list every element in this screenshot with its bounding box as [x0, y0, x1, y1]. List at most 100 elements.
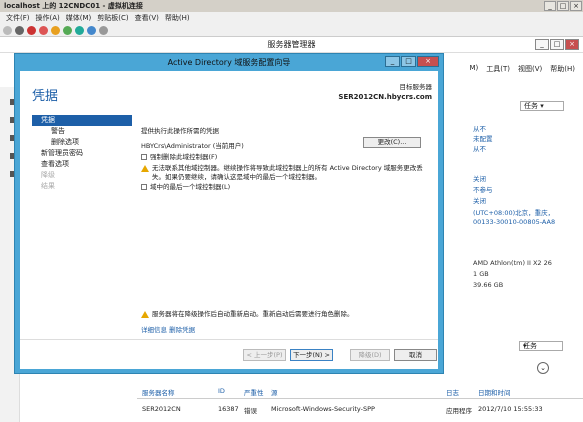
prop-value[interactable]: 00133-30010-00805-AA8	[473, 218, 555, 226]
prop-value[interactable]: 未配置	[473, 133, 493, 143]
wizard-controls: _ □ ×	[384, 56, 439, 67]
vm-title-bar: localhost 上的 12CNDC01 - 虚拟机连接 _ □ ×	[0, 0, 583, 12]
credentials-label: 提供执行此操作所需的凭据	[141, 127, 219, 135]
sm-maximize-button[interactable]: □	[550, 39, 564, 50]
wizard-maximize-button[interactable]: □	[401, 56, 416, 67]
minimize-button[interactable]: _	[544, 1, 556, 11]
prop-value[interactable]: 关闭	[473, 173, 486, 183]
sm-window-controls: _ □ ×	[534, 39, 579, 50]
page-title: 凭据	[32, 89, 59, 104]
col-severity[interactable]: 严重性	[244, 387, 264, 397]
prop-value: 39.66 GB	[473, 281, 504, 289]
pause-icon[interactable]	[63, 25, 72, 35]
prop-value[interactable]: (UTC+08:00)北京，重庆，	[473, 207, 554, 217]
wizard-title-bar: Active Directory 域服务配置向导 _ □ ×	[15, 54, 443, 71]
last-dc-checkbox[interactable]: 域中的最后一个域控制器(L)	[141, 181, 230, 191]
prop-value[interactable]: 关闭	[473, 195, 486, 205]
tasks-dropdown[interactable]: 任务 ▾	[520, 101, 564, 111]
tasks-label: 任务	[524, 102, 538, 110]
prop-value[interactable]: 从不	[473, 123, 486, 133]
ad-ds-config-wizard: Active Directory 域服务配置向导 _ □ × 凭据 目标服务器 …	[14, 53, 444, 374]
wizard-close-button[interactable]: ×	[417, 56, 439, 67]
maximize-button[interactable]: □	[557, 1, 569, 11]
close-button[interactable]: ×	[570, 1, 582, 11]
cell: 错误	[244, 407, 257, 415]
step-warnings[interactable]: 警告	[32, 126, 132, 137]
cell: 应用程序	[446, 407, 472, 415]
prop-value: AMD Athlon(tm) II X2 26	[473, 259, 552, 267]
events-header: 服务器名称 ID 严重性 源 日志 日期和时间	[137, 387, 583, 399]
ctrl-alt-del-icon[interactable]	[3, 25, 12, 35]
more-info-link[interactable]: 详细信息 删除凭据	[141, 324, 195, 334]
col-source[interactable]: 源	[271, 387, 278, 397]
checkbox[interactable]	[141, 184, 147, 190]
checkbox[interactable]	[141, 154, 147, 160]
step-removal-options[interactable]: 删除选项	[32, 137, 132, 148]
step-demotion: 降级	[41, 171, 55, 179]
cancel-button[interactable]: 取消	[394, 349, 437, 361]
sm-menu-tools[interactable]: 工具(T)	[486, 64, 510, 74]
col-id[interactable]: ID	[218, 387, 225, 395]
prop-value[interactable]: 不参与	[473, 184, 493, 194]
sm-close-button[interactable]: ×	[565, 39, 579, 50]
col-server[interactable]: 服务器名称	[142, 387, 175, 397]
target-server-label: 目标服务器	[399, 83, 433, 91]
prop-value[interactable]: 从不	[473, 143, 486, 153]
target-server-name: SER2012CN.hbycrs.com	[338, 93, 432, 101]
wizard-title: Active Directory 域服务配置向导	[167, 58, 291, 67]
menu-view[interactable]: 查看(V)	[135, 13, 159, 23]
restart-warning-text: 服务器将在降级操作后自动重新启动。重新启动后需要进行角色删除。	[152, 310, 354, 318]
current-user: HBYCrs\Administrator (当前用户)	[141, 142, 244, 150]
col-log[interactable]: 日志	[446, 387, 459, 397]
expand-icon[interactable]: ⌄	[537, 362, 549, 374]
save-icon[interactable]	[51, 25, 60, 35]
step-review-options[interactable]: 查看选项	[32, 159, 132, 170]
events-tasks-dropdown[interactable]: 任务 ▾	[519, 341, 563, 351]
step-results: 结果	[41, 182, 55, 190]
change-credentials-button[interactable]: 更改(C)...	[363, 137, 421, 148]
target-server-info: 目标服务器 SER2012CN.hbycrs.com	[338, 81, 432, 101]
cell: 2012/7/10 15:55:33	[478, 405, 543, 413]
menu-media[interactable]: 媒体(M)	[66, 13, 92, 23]
sm-menu-help[interactable]: 帮助(H)	[550, 64, 575, 74]
sm-menu-view[interactable]: 视图(V)	[518, 64, 542, 74]
next-button[interactable]: 下一步(N) >	[290, 349, 333, 361]
restart-warning: 服务器将在降级操作后自动重新启动。重新启动后需要进行角色删除。	[141, 308, 354, 318]
server-manager-title: 服务器管理器	[267, 40, 316, 49]
col-datetime[interactable]: 日期和时间	[478, 387, 511, 397]
sm-menu-manage[interactable]: M)	[469, 64, 478, 74]
vm-window-controls: _ □ ×	[544, 1, 583, 11]
step-credentials[interactable]: 凭据	[32, 115, 132, 126]
force-remove-label: 强制删除此域控制器(F)	[150, 153, 218, 161]
wizard-minimize-button[interactable]: _	[385, 56, 400, 67]
menu-clipboard[interactable]: 剪贴板(C)	[97, 13, 128, 23]
vm-menu-bar: 文件(F) 操作(A) 媒体(M) 剪贴板(C) 查看(V) 帮助(H)	[0, 12, 583, 24]
start-icon[interactable]	[15, 25, 24, 35]
revert-icon[interactable]	[99, 25, 108, 35]
tasks-label: 任务	[523, 342, 537, 350]
menu-action[interactable]: 操作(A)	[36, 13, 60, 23]
wizard-body: 凭据 目标服务器 SER2012CN.hbycrs.com 凭据 警告 删除选项…	[20, 71, 438, 369]
warning-icon	[141, 310, 149, 318]
cell: 16387	[218, 405, 239, 413]
snapshot-icon[interactable]	[87, 25, 96, 35]
menu-file[interactable]: 文件(F)	[6, 13, 30, 23]
force-remove-checkbox[interactable]: 强制删除此域控制器(F)	[141, 151, 217, 161]
reset-icon[interactable]	[75, 25, 84, 35]
wizard-footer: < 上一步(P) 下一步(N) > 降级(D) 取消	[20, 339, 438, 369]
prop-value: 1 GB	[473, 270, 489, 278]
sm-menus: M) 工具(T) 视图(V) 帮助(H)	[461, 64, 575, 74]
warning-icon	[141, 164, 149, 172]
cell: SER2012CN	[142, 405, 181, 413]
turn-off-icon[interactable]	[27, 25, 36, 35]
menu-help[interactable]: 帮助(H)	[165, 13, 190, 23]
step-new-admin-password[interactable]: 新管理员密码	[32, 148, 132, 159]
vm-window-title: localhost 上的 12CNDC01 - 虚拟机连接	[4, 2, 143, 10]
last-dc-label: 域中的最后一个域控制器(L)	[150, 183, 231, 191]
demote-button[interactable]: 降级(D)	[350, 349, 390, 361]
cell: Microsoft-Windows-Security-SPP	[271, 405, 375, 413]
shutdown-icon[interactable]	[39, 25, 48, 35]
warning-line: 失。如果仍要继续，请确认这是域中的最后一个域控制器。	[152, 173, 321, 181]
sm-minimize-button[interactable]: _	[535, 39, 549, 50]
previous-button[interactable]: < 上一步(P)	[243, 349, 286, 361]
